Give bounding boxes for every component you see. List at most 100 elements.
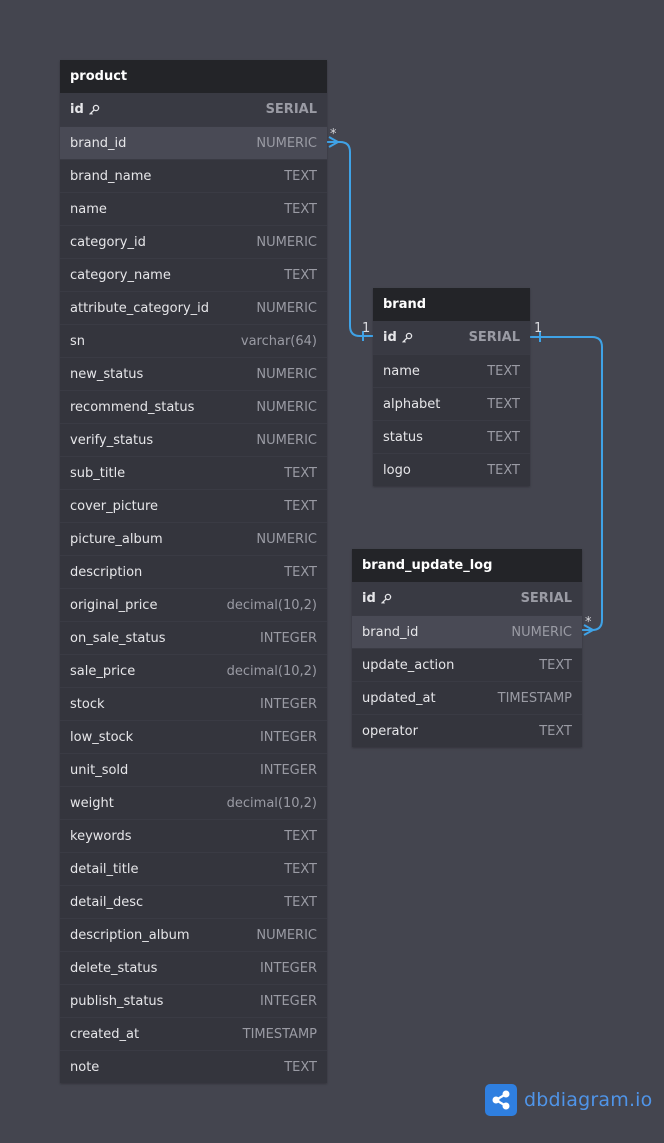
- field-name-text: alphabet: [383, 396, 441, 412]
- field-row-alphabet[interactable]: alphabet TEXT: [373, 387, 530, 420]
- field-row-id[interactable]: id SERIAL: [60, 93, 327, 126]
- field-row-status[interactable]: status TEXT: [373, 420, 530, 453]
- table-brand-update-log[interactable]: brand_update_log id SERIAL brand_id NUMERIC…: [352, 549, 582, 747]
- field-name: name: [70, 202, 107, 217]
- field-name: sub_title: [70, 466, 125, 481]
- field-row-picture-album[interactable]: picture_album NUMERIC: [60, 522, 327, 555]
- field-row-id[interactable]: id SERIAL: [352, 582, 582, 615]
- field-name-text: low_stock: [70, 729, 134, 745]
- field-row-unit-sold[interactable]: unit_sold INTEGER: [60, 753, 327, 786]
- field-row-name[interactable]: name TEXT: [60, 192, 327, 225]
- field-name-text: detail_desc: [70, 894, 144, 910]
- field-name-text: on_sale_status: [70, 630, 166, 646]
- field-type: SERIAL: [520, 591, 572, 606]
- field-name-text: logo: [383, 462, 411, 478]
- field-type: NUMERIC: [256, 531, 317, 547]
- field-row-weight[interactable]: weight decimal(10,2): [60, 786, 327, 819]
- field-row-sub-title[interactable]: sub_title TEXT: [60, 456, 327, 489]
- field-row-brand-id[interactable]: brand_id NUMERIC: [60, 126, 327, 159]
- field-name: status: [383, 430, 423, 445]
- field-name: brand_name: [70, 169, 151, 184]
- field-name-text: delete_status: [70, 960, 158, 976]
- field-row-recommend-status[interactable]: recommend_status NUMERIC: [60, 390, 327, 423]
- field-row-brand-id[interactable]: brand_id NUMERIC: [352, 615, 582, 648]
- field-type: TEXT: [284, 267, 317, 283]
- field-row-cover-picture[interactable]: cover_picture TEXT: [60, 489, 327, 522]
- field-name-text: name: [70, 201, 107, 217]
- field-name-text: id: [362, 591, 376, 606]
- diagram-canvas[interactable]: * 1 1 * product id SERIAL brand_id NUMERIC b…: [0, 0, 664, 1143]
- field-row-operator[interactable]: operator TEXT: [352, 714, 582, 747]
- field-type: NUMERIC: [511, 624, 572, 640]
- field-row-updated-at[interactable]: updated_at TIMESTAMP: [352, 681, 582, 714]
- field-row-publish-status[interactable]: publish_status INTEGER: [60, 984, 327, 1017]
- primary-key-icon: [88, 104, 100, 116]
- table-header[interactable]: product: [60, 60, 327, 93]
- field-row-description[interactable]: description TEXT: [60, 555, 327, 588]
- dbdiagram-logo[interactable]: dbdiagram.io: [485, 1084, 652, 1116]
- cardinality-log-many: *: [585, 615, 592, 630]
- field-name: note: [70, 1060, 99, 1075]
- field-row-brand-name[interactable]: brand_name TEXT: [60, 159, 327, 192]
- field-type: TEXT: [487, 429, 520, 445]
- field-name: description_album: [70, 928, 190, 943]
- field-name-text: id: [383, 330, 397, 345]
- field-type: TEXT: [284, 894, 317, 910]
- field-name: brand_id: [362, 625, 418, 640]
- field-row-keywords[interactable]: keywords TEXT: [60, 819, 327, 852]
- field-row-original-price[interactable]: original_price decimal(10,2): [60, 588, 327, 621]
- field-row-sn[interactable]: sn varchar(64): [60, 324, 327, 357]
- field-row-name[interactable]: name TEXT: [373, 354, 530, 387]
- field-name: original_price: [70, 598, 157, 613]
- field-name-text: verify_status: [70, 432, 154, 448]
- field-row-update-action[interactable]: update_action TEXT: [352, 648, 582, 681]
- field-row-on-sale-status[interactable]: on_sale_status INTEGER: [60, 621, 327, 654]
- field-row-stock[interactable]: stock INTEGER: [60, 687, 327, 720]
- field-row-detail-desc[interactable]: detail_desc TEXT: [60, 885, 327, 918]
- field-name-text: attribute_category_id: [70, 300, 210, 316]
- field-name-text: detail_title: [70, 861, 139, 877]
- field-name-text: name: [383, 363, 420, 379]
- field-name: publish_status: [70, 994, 163, 1009]
- field-row-new-status[interactable]: new_status NUMERIC: [60, 357, 327, 390]
- field-row-note[interactable]: note TEXT: [60, 1050, 327, 1083]
- field-name-text: brand_id: [362, 624, 419, 640]
- field-row-attribute-category-id[interactable]: attribute_category_id NUMERIC: [60, 291, 327, 324]
- field-name: stock: [70, 697, 105, 712]
- field-name-text: cover_picture: [70, 498, 159, 514]
- field-type: NUMERIC: [256, 300, 317, 316]
- table-header[interactable]: brand: [373, 288, 530, 321]
- field-type: INTEGER: [259, 993, 317, 1009]
- field-type: TEXT: [284, 168, 317, 184]
- field-row-id[interactable]: id SERIAL: [373, 321, 530, 354]
- field-row-low-stock[interactable]: low_stock INTEGER: [60, 720, 327, 753]
- field-type: varchar(64): [240, 333, 317, 349]
- field-name-text: new_status: [70, 366, 144, 382]
- field-row-logo[interactable]: logo TEXT: [373, 453, 530, 486]
- field-name: cover_picture: [70, 499, 158, 514]
- field-type: NUMERIC: [256, 366, 317, 382]
- field-row-description-album[interactable]: description_album NUMERIC: [60, 918, 327, 951]
- field-name-text: id: [70, 102, 84, 117]
- field-row-created-at[interactable]: created_at TIMESTAMP: [60, 1017, 327, 1050]
- field-name: delete_status: [70, 961, 157, 976]
- table-product[interactable]: product id SERIAL brand_id NUMERIC brand_nam…: [60, 60, 327, 1083]
- table-brand[interactable]: brand id SERIAL name TEXT alphabet TEXT status…: [373, 288, 530, 486]
- field-row-category-name[interactable]: category_name TEXT: [60, 258, 327, 291]
- field-row-detail-title[interactable]: detail_title TEXT: [60, 852, 327, 885]
- primary-key-icon: [401, 332, 413, 344]
- field-row-sale-price[interactable]: sale_price decimal(10,2): [60, 654, 327, 687]
- field-name-text: brand_name: [70, 168, 152, 184]
- field-row-delete-status[interactable]: delete_status INTEGER: [60, 951, 327, 984]
- field-name: detail_title: [70, 862, 138, 877]
- field-type: decimal(10,2): [226, 795, 317, 811]
- field-name: new_status: [70, 367, 143, 382]
- field-row-verify-status[interactable]: verify_status NUMERIC: [60, 423, 327, 456]
- field-name: update_action: [362, 658, 454, 673]
- field-type: TEXT: [284, 498, 317, 514]
- field-name: name: [383, 364, 420, 379]
- relationship-line-product-brand[interactable]: [327, 141, 373, 337]
- field-name: keywords: [70, 829, 131, 844]
- field-row-category-id[interactable]: category_id NUMERIC: [60, 225, 327, 258]
- table-header[interactable]: brand_update_log: [352, 549, 582, 582]
